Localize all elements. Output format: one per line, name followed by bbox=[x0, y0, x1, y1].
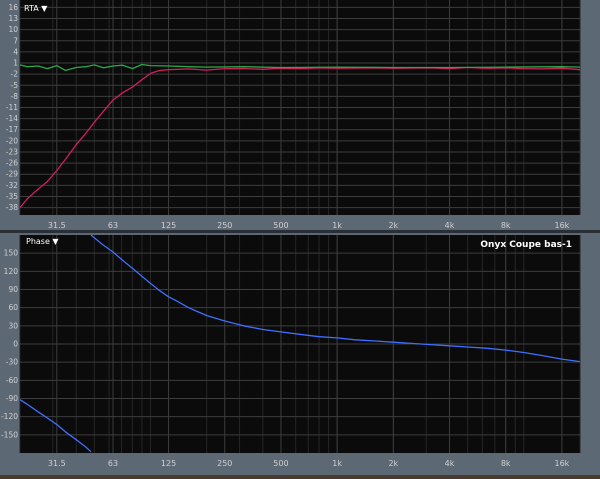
y-tick-label: 90 bbox=[8, 285, 18, 294]
y-tick-label: -38 bbox=[6, 203, 18, 212]
x-tick-label: 250 bbox=[217, 221, 232, 230]
y-tick-label: -20 bbox=[6, 136, 18, 145]
y-tick-label: -11 bbox=[6, 103, 18, 112]
x-tick-label: 63 bbox=[108, 459, 118, 468]
y-tick-label: 30 bbox=[8, 321, 18, 330]
y-tick-label: -120 bbox=[1, 412, 18, 421]
y-tick-label: -150 bbox=[1, 430, 18, 439]
x-tick-label: 4k bbox=[445, 221, 455, 230]
y-tick-label: -90 bbox=[6, 394, 18, 403]
analyzer-window: 16 13 10 7 4 1 -2 -5 -8 -11 -14 -17 -20 -23 -26 -29 -32 -… bbox=[0, 0, 600, 475]
y-tick-label: 0 bbox=[13, 340, 18, 349]
y-tick-label: 1 bbox=[13, 59, 18, 68]
phase-dropdown[interactable]: Phase ▼ bbox=[26, 237, 59, 246]
measurement-name: Onyx Coupe bas-1 bbox=[480, 240, 572, 250]
x-tick-label: 250 bbox=[217, 459, 232, 468]
y-tick-label: 16 bbox=[8, 3, 18, 12]
analyzer-chart: 16 13 10 7 4 1 -2 -5 -8 -11 -14 -17 -20 -23 -26 -29 -32 -… bbox=[0, 0, 600, 475]
x-tick-label: 1k bbox=[332, 221, 342, 230]
x-tick-label: 31.5 bbox=[48, 459, 66, 468]
x-tick-label: 125 bbox=[161, 459, 176, 468]
x-tick-label: 16k bbox=[555, 221, 570, 230]
y-tick-label: 150 bbox=[4, 249, 19, 258]
x-tick-label: 4k bbox=[445, 459, 455, 468]
y-tick-label: -60 bbox=[6, 376, 18, 385]
x-tick-label: 8k bbox=[501, 459, 511, 468]
x-tick-label: 16k bbox=[555, 459, 570, 468]
x-tick-label: 8k bbox=[501, 221, 511, 230]
y-tick-label: 60 bbox=[8, 303, 18, 312]
phase-dropdown-label[interactable]: Phase ▼ bbox=[26, 237, 59, 246]
y-tick-label: -29 bbox=[6, 170, 18, 179]
y-tick-label: 10 bbox=[8, 25, 18, 34]
y-tick-label: 13 bbox=[8, 14, 18, 23]
y-tick-label: -26 bbox=[6, 159, 18, 168]
y-tick-label: -5 bbox=[11, 81, 19, 90]
y-tick-label: -2 bbox=[11, 70, 19, 79]
y-tick-label: 7 bbox=[13, 36, 18, 45]
y-tick-label: -17 bbox=[6, 125, 18, 134]
panel-divider bbox=[0, 230, 600, 233]
x-tick-label: 2k bbox=[388, 221, 398, 230]
y-tick-label: -35 bbox=[6, 192, 18, 201]
x-tick-label: 125 bbox=[161, 221, 176, 230]
x-tick-label: 1k bbox=[332, 459, 342, 468]
x-tick-label: 63 bbox=[108, 221, 118, 230]
y-tick-label: -23 bbox=[6, 147, 18, 156]
y-tick-label: -8 bbox=[11, 92, 19, 101]
x-tick-label: 500 bbox=[273, 459, 288, 468]
y-tick-label: -30 bbox=[6, 358, 18, 367]
y-tick-label: -32 bbox=[6, 181, 18, 190]
x-tick-label: 2k bbox=[388, 459, 398, 468]
x-tick-label: 31.5 bbox=[48, 221, 66, 230]
x-tick-label: 500 bbox=[273, 221, 288, 230]
y-tick-label: -14 bbox=[6, 114, 18, 123]
rta-dropdown-label[interactable]: RTA ▼ bbox=[24, 4, 48, 13]
y-tick-label: 120 bbox=[4, 267, 19, 276]
y-tick-label: 4 bbox=[13, 47, 18, 56]
rta-dropdown[interactable]: RTA ▼ bbox=[24, 4, 48, 13]
